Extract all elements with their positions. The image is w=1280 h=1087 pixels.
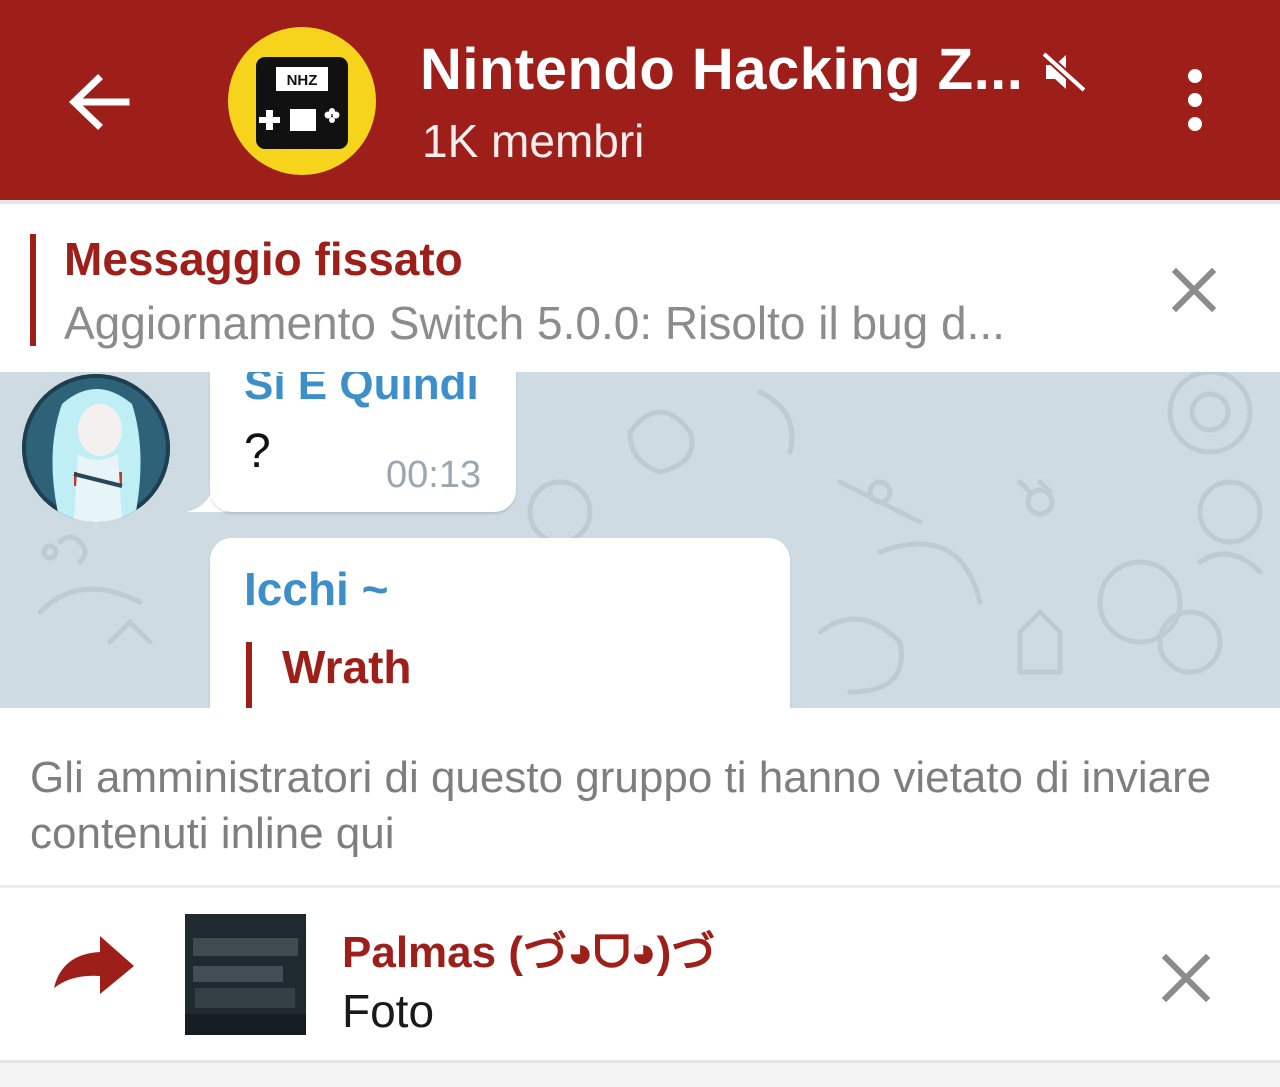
message-sender[interactable]: Icchi ~ xyxy=(244,562,388,616)
forward-sender-name: Palmas (づ◕ᗜ◕)づ xyxy=(342,928,716,977)
reply-author[interactable]: Wrath xyxy=(282,640,412,694)
pinned-preview: Aggiornamento Switch 5.0.0: Risolto il b… xyxy=(64,297,1005,349)
chat-messages[interactable]: Sì E Quindi ? 00:13 Icchi ~ Wrath xyxy=(0,372,1280,708)
more-options-button[interactable] xyxy=(1170,66,1220,142)
chat-header: NHZ NINTENDO HACKING ZONE Nintendo Hacki… xyxy=(0,0,1280,200)
forward-photo-thumbnail xyxy=(185,914,306,1035)
close-pinned-button[interactable] xyxy=(1166,262,1222,318)
group-avatar[interactable]: NHZ NINTENDO HACKING ZONE xyxy=(228,27,376,175)
member-count: 1K membri xyxy=(422,115,645,167)
anime-avatar-image xyxy=(22,374,170,522)
pinned-accent-bar xyxy=(30,234,36,346)
nhz-logo: NHZ NINTENDO HACKING ZONE xyxy=(256,57,348,149)
restriction-notice: Gli amministratori di questo gruppo ti h… xyxy=(0,708,1280,888)
forward-preview-bar[interactable]: Palmas (づ◕ᗜ◕)づ Foto xyxy=(0,888,1280,1060)
pinned-title: Messaggio fissato xyxy=(64,233,463,285)
restriction-text: Gli amministratori di questo gruppo ti h… xyxy=(30,753,1212,858)
message-bubble[interactable]: Icchi ~ Wrath xyxy=(210,538,790,708)
forward-content-type: Foto xyxy=(342,985,435,1037)
input-area-edge xyxy=(0,1060,1280,1087)
message-text: ? xyxy=(244,425,271,478)
message-sender[interactable]: Sì E Quindi xyxy=(244,372,479,410)
message-time: 00:13 xyxy=(386,454,482,496)
close-icon xyxy=(1161,953,1211,1003)
message-bubble[interactable]: Sì E Quindi ? 00:13 xyxy=(210,372,516,512)
group-title[interactable]: Nintendo Hacking Z... xyxy=(420,36,1023,103)
close-icon xyxy=(1171,267,1217,313)
svg-text:NINTENDO HACKING ZONE: NINTENDO HACKING ZONE xyxy=(272,141,332,146)
sender-avatar[interactable] xyxy=(22,374,170,522)
svg-text:NHZ: NHZ xyxy=(287,72,318,89)
cancel-forward-button[interactable] xyxy=(1158,950,1214,1006)
pinned-message-bar[interactable]: Messaggio fissato Aggiornamento Switch 5… xyxy=(0,200,1280,372)
reply-accent-bar xyxy=(246,642,252,708)
arrow-left-icon xyxy=(68,74,130,130)
muted-speaker-icon xyxy=(1040,48,1088,96)
back-button[interactable] xyxy=(60,62,140,142)
forward-arrow-icon xyxy=(50,930,136,1010)
more-vertical-icon xyxy=(1188,69,1202,131)
